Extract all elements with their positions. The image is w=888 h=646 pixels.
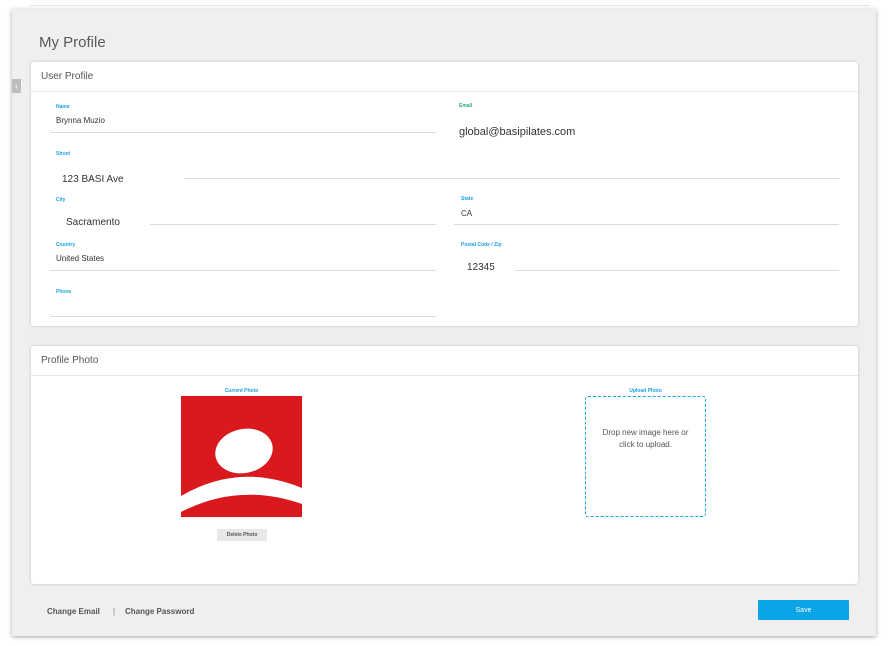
state-underline <box>454 224 839 225</box>
city-underline <box>150 224 436 225</box>
save-button[interactable]: Save <box>758 600 849 620</box>
basi-logo-icon <box>181 396 302 517</box>
footer-separator: | <box>113 607 116 616</box>
change-email-link[interactable]: Change Email <box>47 607 100 616</box>
upload-dropzone[interactable]: Drop new image here or click to upload. <box>585 396 706 517</box>
dropzone-text: Drop new image here or click to upload. <box>602 428 689 449</box>
country-label: Country <box>56 242 76 248</box>
page-title: My Profile <box>39 34 106 51</box>
chevron-left-icon[interactable]: ‹ <box>12 79 21 93</box>
city-field[interactable]: Sacramento <box>66 217 120 228</box>
user-profile-card: User Profile Name Brynna Muzio Email glo… <box>31 62 858 326</box>
delete-photo-button[interactable]: Delete Photo <box>217 529 267 541</box>
street-field[interactable]: 123 BASI Ave <box>62 174 124 185</box>
name-label: Name <box>56 104 70 110</box>
profile-photo-card: Profile Photo Current Photo Delete Photo… <box>31 346 858 584</box>
profile-page: My Profile User Profile Name Brynna Muzi… <box>12 9 876 636</box>
profile-photo-header: Profile Photo <box>31 346 858 376</box>
street-label: Street <box>56 151 71 157</box>
state-field[interactable]: CA <box>461 209 472 218</box>
name-field[interactable]: Brynna Muzio <box>56 116 105 125</box>
state-label: State <box>461 196 474 202</box>
current-photo-image <box>181 396 302 517</box>
postal-field[interactable]: 12345 <box>467 262 495 273</box>
country-underline <box>50 270 436 271</box>
postal-underline <box>515 270 839 271</box>
current-photo-label: Current Photo <box>224 388 259 394</box>
city-label: City <box>56 197 66 203</box>
email-value: global@basipilates.com <box>459 126 576 138</box>
upload-photo-label: Upload Photo <box>629 388 662 394</box>
change-password-link[interactable]: Change Password <box>125 607 194 616</box>
country-field[interactable]: United States <box>56 254 104 263</box>
postal-label: Postal Code / Zip <box>461 242 502 248</box>
phone-underline <box>50 316 436 317</box>
name-underline <box>50 132 436 133</box>
phone-label: Phone <box>56 289 72 295</box>
user-profile-header: User Profile <box>31 62 858 92</box>
top-divider <box>30 5 870 6</box>
street-underline <box>185 178 839 179</box>
email-label: Email <box>459 103 473 109</box>
